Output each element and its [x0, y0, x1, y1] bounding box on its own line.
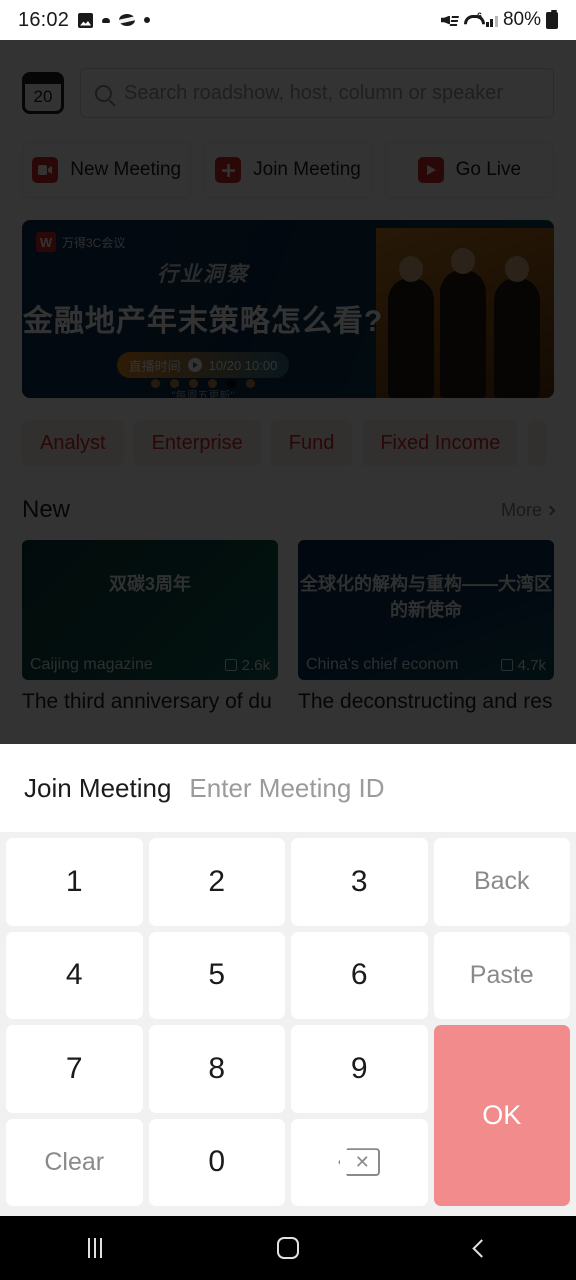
- banner-logo-mark: W: [36, 232, 56, 252]
- join-meeting-dialog: Join Meeting Enter Meeting ID 1 2 3 Back…: [0, 744, 576, 1216]
- card-list: 双碳3周年 Caijing magazine 2.6k The third an…: [0, 524, 576, 714]
- key-clear[interactable]: Clear: [6, 1118, 143, 1206]
- card-likes: 4.7k: [500, 656, 546, 674]
- home-icon[interactable]: [277, 1237, 300, 1259]
- search-row: 20 Search roadshow, host, column or spea…: [0, 40, 576, 118]
- recents-icon[interactable]: [87, 1238, 102, 1258]
- card-title: The deconstructing and res: [298, 690, 553, 713]
- dialog-title: Join Meeting: [24, 772, 172, 803]
- key-back[interactable]: Back: [433, 838, 570, 926]
- key-0[interactable]: 0: [148, 1118, 285, 1206]
- key-2[interactable]: 2: [148, 838, 285, 926]
- numeric-keypad: 1 2 3 Back 4 5 6 Paste 7 8 9 OK Clear 0 …: [0, 832, 576, 1216]
- video-camera-icon: [32, 157, 59, 183]
- banner-title: 金融地产年末策略怎么看?: [22, 305, 384, 338]
- search-placeholder: Search roadshow, host, column or speaker: [124, 81, 504, 104]
- category-chips: Analyst Enterprise Fund Fixed Income: [0, 398, 576, 466]
- key-9[interactable]: 9: [291, 1025, 428, 1113]
- chip-fund[interactable]: Fund: [270, 420, 353, 466]
- saturn-icon: [119, 14, 136, 26]
- card-likes-count: 2.6k: [241, 656, 270, 674]
- banner-pill-time: 10/20 10:00: [208, 357, 278, 373]
- go-live-label: Go Live: [455, 159, 522, 180]
- chip-overflow[interactable]: [528, 420, 547, 466]
- banner-note: "每周五更新": [171, 390, 235, 398]
- chip-fixed-income[interactable]: Fixed Income: [362, 420, 519, 466]
- meeting-id-input[interactable]: Enter Meeting ID: [189, 773, 384, 804]
- more-link[interactable]: More: [500, 499, 556, 521]
- list-item[interactable]: 全球化的解构与重构——大湾区的新使命 China's chief econom …: [298, 540, 554, 714]
- card-thumb-main: 全球化的解构与重构——大湾区的新使命: [300, 574, 552, 620]
- battery-percent: 80%: [502, 9, 541, 30]
- banner-play-icon: [187, 358, 202, 372]
- banner-logo-text: 万得3C会议: [62, 235, 126, 250]
- dot-icon: [144, 17, 151, 23]
- mute-icon: [441, 13, 458, 28]
- key-paste[interactable]: Paste: [433, 931, 570, 1019]
- status-time: 16:02: [18, 8, 70, 31]
- join-meeting-label: Join Meeting: [253, 159, 361, 180]
- card-thumb-footer: Caijing magazine 2.6k: [30, 656, 270, 674]
- chip-analyst[interactable]: Analyst: [22, 420, 124, 466]
- key-5[interactable]: 5: [148, 931, 285, 1019]
- list-item[interactable]: 双碳3周年 Caijing magazine 2.6k The third an…: [22, 540, 278, 714]
- quick-actions: New Meeting Join Meeting Go Live: [0, 118, 576, 198]
- more-label: More: [500, 499, 542, 520]
- key-4[interactable]: 4: [6, 931, 143, 1019]
- calendar-icon[interactable]: 20: [22, 72, 64, 114]
- signal-icon: [485, 13, 498, 27]
- key-backspace[interactable]: ✕: [291, 1118, 428, 1206]
- card-thumbnail: 双碳3周年 Caijing magazine 2.6k: [22, 540, 278, 680]
- thumbs-up-icon: [500, 659, 513, 671]
- status-bar: 16:02 80%: [0, 0, 576, 40]
- plus-icon: [215, 157, 242, 183]
- card-thumbnail: 全球化的解构与重构——大湾区的新使命 China's chief econom …: [298, 540, 554, 680]
- thumbs-up-icon: [224, 659, 237, 671]
- backspace-icon: ✕: [338, 1148, 381, 1177]
- wifi-6-icon: [463, 11, 482, 28]
- image-icon: [78, 12, 94, 28]
- search-icon: [95, 84, 112, 102]
- banner-speakers: [386, 248, 546, 398]
- banner-time-pill: 直播时间 10/20 10:00: [116, 352, 290, 378]
- banner-dots[interactable]: [22, 379, 384, 388]
- card-likes-count: 4.7k: [517, 656, 546, 674]
- card-thumb-footer: China's chief econom 4.7k: [306, 656, 546, 674]
- card-thumb-main: 双碳3周年: [108, 574, 191, 594]
- key-8[interactable]: 8: [148, 1025, 285, 1113]
- key-1[interactable]: 1: [6, 838, 143, 926]
- new-meeting-button[interactable]: New Meeting: [22, 142, 192, 198]
- banner-content: 行业洞察 金融地产年末策略怎么看? 直播时间 10/20 10:00 "每周五更…: [22, 258, 384, 398]
- banner-subtitle: 行业洞察: [157, 263, 249, 286]
- key-3[interactable]: 3: [291, 838, 428, 926]
- battery-icon: [546, 9, 558, 29]
- card-likes: 2.6k: [224, 656, 270, 674]
- key-6[interactable]: 6: [291, 931, 428, 1019]
- key-7[interactable]: 7: [6, 1025, 143, 1113]
- calendar-day: 20: [33, 87, 53, 106]
- status-bar-left: 16:02: [18, 8, 151, 32]
- card-source: Caijing magazine: [30, 656, 153, 673]
- ok-button[interactable]: OK: [433, 1025, 570, 1206]
- play-icon: [417, 157, 444, 183]
- banner-pill-label: 直播时间: [128, 358, 181, 374]
- back-icon[interactable]: [472, 1238, 491, 1258]
- section-title: New: [22, 496, 71, 523]
- join-meeting-button[interactable]: Join Meeting: [203, 142, 373, 198]
- chip-enterprise[interactable]: Enterprise: [133, 420, 261, 466]
- android-nav-bar: [0, 1216, 576, 1280]
- new-meeting-label: New Meeting: [70, 159, 182, 180]
- new-section-header: New More: [0, 466, 576, 524]
- promo-banner[interactable]: W 万得3C会议 行业洞察 金融地产年末策略怎么看? 直播时间 10/20 10…: [22, 220, 554, 398]
- search-input[interactable]: Search roadshow, host, column or speaker: [80, 68, 554, 118]
- chevron-right-icon: [545, 505, 556, 515]
- card-source: China's chief econom: [306, 656, 459, 673]
- status-bar-right: 80%: [441, 9, 558, 31]
- cloud-icon: [102, 17, 111, 23]
- dialog-header: Join Meeting Enter Meeting ID: [0, 744, 576, 832]
- go-live-button[interactable]: Go Live: [384, 142, 554, 198]
- banner-logo: W 万得3C会议: [36, 232, 125, 252]
- card-title: The third anniversary of du: [22, 690, 272, 713]
